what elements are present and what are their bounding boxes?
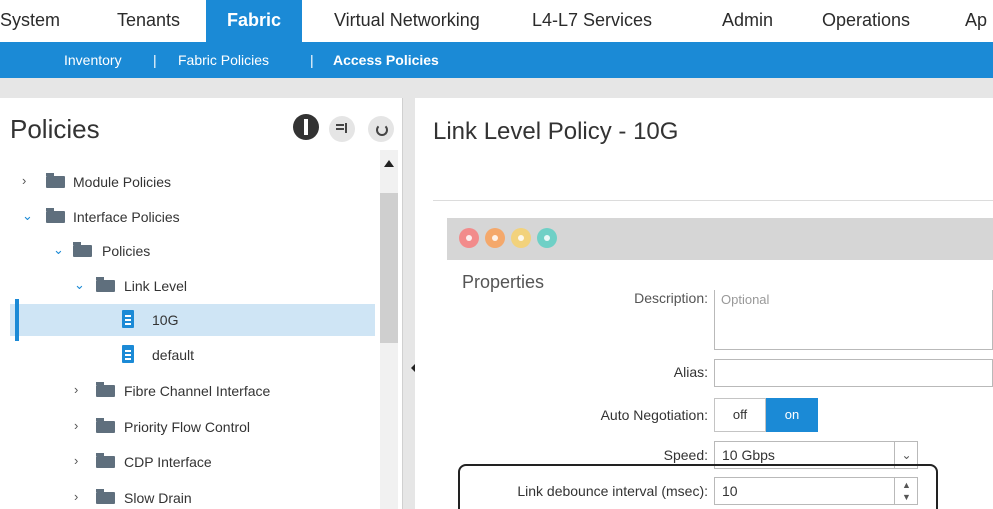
speed-value: 10 Gbps (722, 447, 775, 463)
scroll-up-arrow-icon[interactable] (384, 160, 394, 167)
sub-nav: Inventory | Fabric Policies | Access Pol… (0, 42, 993, 78)
folder-icon (96, 489, 115, 504)
tree-item-label: Interface Policies (73, 209, 180, 225)
description-field[interactable]: Optional (714, 290, 993, 350)
tab-virtual-networking[interactable]: Virtual Networking (334, 0, 480, 42)
alias-label: Alias: (673, 364, 708, 380)
pane-splitter[interactable] (403, 98, 415, 509)
tree-item-slow-drain[interactable]: › Slow Drain (10, 482, 375, 509)
refresh-icon[interactable] (368, 116, 394, 142)
subnav-separator: | (310, 52, 314, 68)
page-title: Link Level Policy - 10G (433, 118, 679, 145)
chevron-right-icon[interactable]: › (74, 454, 88, 468)
selected-indicator (15, 299, 19, 341)
tree-item-label: Fibre Channel Interface (124, 383, 271, 399)
folder-icon (96, 453, 115, 468)
tab-l4-l7-services[interactable]: L4-L7 Services (532, 0, 652, 42)
tree-item-module-policies[interactable]: › Module Policies (10, 166, 375, 198)
tree-item-link-level[interactable]: ⌄ Link Level (10, 270, 375, 302)
tree-item-10g[interactable]: 10G (10, 304, 375, 336)
tab-apps[interactable]: Ap (965, 0, 987, 42)
policy-doc-icon (122, 310, 134, 328)
subnav-separator: | (153, 52, 157, 68)
auto-negotiation-on-button[interactable]: on (766, 398, 818, 432)
tree-item-label: 10G (152, 312, 179, 328)
toolbar-strip (0, 78, 993, 98)
tree-item-interface-policies[interactable]: ⌄ Interface Policies (10, 201, 375, 233)
tree-item-label: Module Policies (73, 174, 172, 190)
pane-title: Policies (10, 114, 100, 144)
tree-item-label: Slow Drain (124, 490, 192, 506)
top-nav: System Tenants Fabric Virtual Networking… (0, 0, 993, 42)
tab-system[interactable]: System (0, 0, 60, 42)
spinner-arrows-icon[interactable]: ▲ ▼ (894, 478, 918, 504)
chevron-right-icon[interactable]: › (74, 419, 88, 433)
folder-icon (96, 418, 115, 433)
chevron-right-icon[interactable]: › (74, 383, 88, 397)
chevron-down-icon[interactable]: ⌄ (74, 278, 88, 292)
alias-field[interactable] (714, 359, 993, 387)
tree-item-fibre-channel-interface[interactable]: › Fibre Channel Interface (10, 375, 375, 407)
tab-operations[interactable]: Operations (822, 0, 910, 42)
divider (433, 200, 993, 201)
tab-fabric[interactable]: Fabric (206, 0, 302, 42)
link-debounce-label: Link debounce interval (msec): (517, 483, 708, 499)
critical-fault-icon[interactable] (459, 228, 479, 248)
tree-item-cdp-interface[interactable]: › CDP Interface (10, 446, 375, 478)
chevron-right-icon[interactable]: › (74, 490, 88, 504)
policy-doc-icon (122, 345, 134, 363)
scrollbar-thumb[interactable] (380, 193, 398, 343)
description-label: Description: (634, 290, 708, 306)
subnav-access-policies[interactable]: Access Policies (333, 42, 439, 78)
tab-tenants[interactable]: Tenants (117, 0, 180, 42)
auto-negotiation-label: Auto Negotiation: (600, 407, 708, 423)
properties-heading: Properties (462, 272, 545, 292)
link-debounce-value: 10 (722, 483, 738, 499)
link-debounce-stepper[interactable]: 10 ▲ ▼ (714, 477, 918, 505)
filter-icon[interactable] (329, 116, 355, 142)
tree-item-policies[interactable]: ⌄ Policies (10, 235, 375, 267)
tree-item-label: default (152, 347, 195, 363)
tree-item-label: CDP Interface (124, 454, 212, 470)
quick-start-icon[interactable] (293, 114, 319, 140)
minor-fault-icon[interactable] (511, 228, 531, 248)
tree-item-label: Link Level (124, 278, 188, 294)
major-fault-icon[interactable] (485, 228, 505, 248)
collapse-arrow-icon[interactable] (411, 364, 415, 372)
subnav-inventory[interactable]: Inventory (64, 42, 122, 78)
chevron-down-icon[interactable]: ⌄ (22, 209, 36, 223)
navigation-pane: Policies › Module Policies ⌄ Interface P… (10, 98, 403, 509)
description-placeholder: Optional (721, 292, 770, 307)
folder-icon (96, 277, 115, 292)
tree-item-label: Priority Flow Control (124, 419, 251, 435)
tree-item-default[interactable]: default (10, 339, 375, 371)
subnav-fabric-policies[interactable]: Fabric Policies (178, 42, 269, 78)
folder-icon (96, 382, 115, 397)
folder-icon (46, 173, 65, 188)
tree-item-label: Policies (102, 243, 151, 259)
speed-label: Speed: (663, 447, 708, 463)
tree-item-priority-flow-control[interactable]: › Priority Flow Control (10, 411, 375, 443)
warning-fault-icon[interactable] (537, 228, 557, 248)
folder-icon (73, 242, 92, 257)
chevron-right-icon[interactable]: › (22, 174, 36, 188)
tab-admin[interactable]: Admin (722, 0, 773, 42)
chevron-down-icon[interactable]: ⌄ (53, 243, 67, 257)
auto-negotiation-off-button[interactable]: off (714, 398, 766, 432)
folder-icon (46, 208, 65, 223)
